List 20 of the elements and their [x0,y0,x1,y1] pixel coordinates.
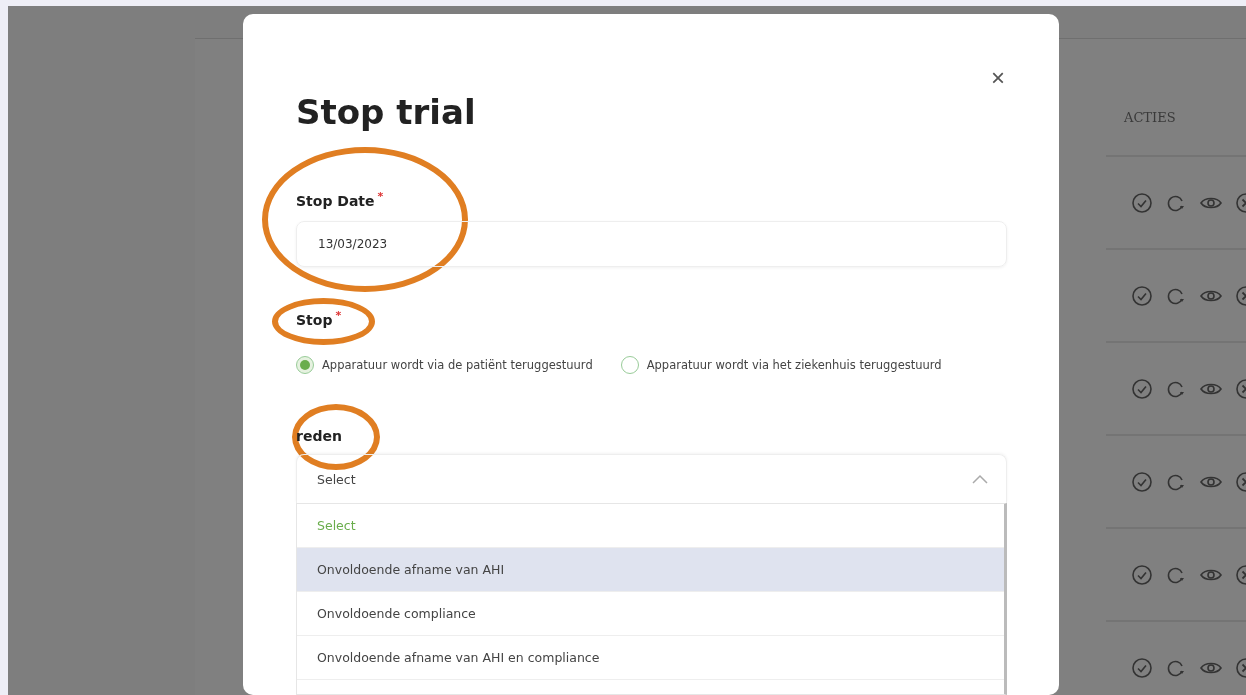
dropdown-option[interactable]: Onvoldoende compliance [297,592,1004,637]
check-circle-icon[interactable] [1131,470,1153,493]
reason-dropdown[interactable]: Select [296,454,1007,504]
check-circle-icon[interactable] [1131,284,1153,307]
date-input-field[interactable]: 13/03/2023 [296,220,1007,267]
dropdown-value: Select [317,471,356,487]
check-circle-icon[interactable] [1131,377,1153,400]
radio-option[interactable]: Apparatuur wordt via de patiënt teruggestuurd [296,356,593,375]
radio-option[interactable]: Apparatuur wordt via het ziekenhuis teruggestuurd [620,356,942,375]
column-header: ACTIES [1106,39,1246,157]
check-circle-icon[interactable] [1131,656,1153,679]
field-label: Stop Date $^{*}$ [296,190,385,209]
dialog-title: Stop trial [296,92,477,132]
dropdown-option[interactable]: Onvoldoende afname van AHI en compliance [297,636,1004,681]
close-button[interactable]: × [991,64,1005,92]
check-circle-icon[interactable] [1131,563,1153,586]
dropdown-option[interactable]: Onvoldoende afname van AHI [297,548,1004,593]
check-circle-icon[interactable] [1131,191,1153,214]
field-label: Stop $^{*}$ [296,308,343,328]
chevron-up-icon [972,474,988,485]
